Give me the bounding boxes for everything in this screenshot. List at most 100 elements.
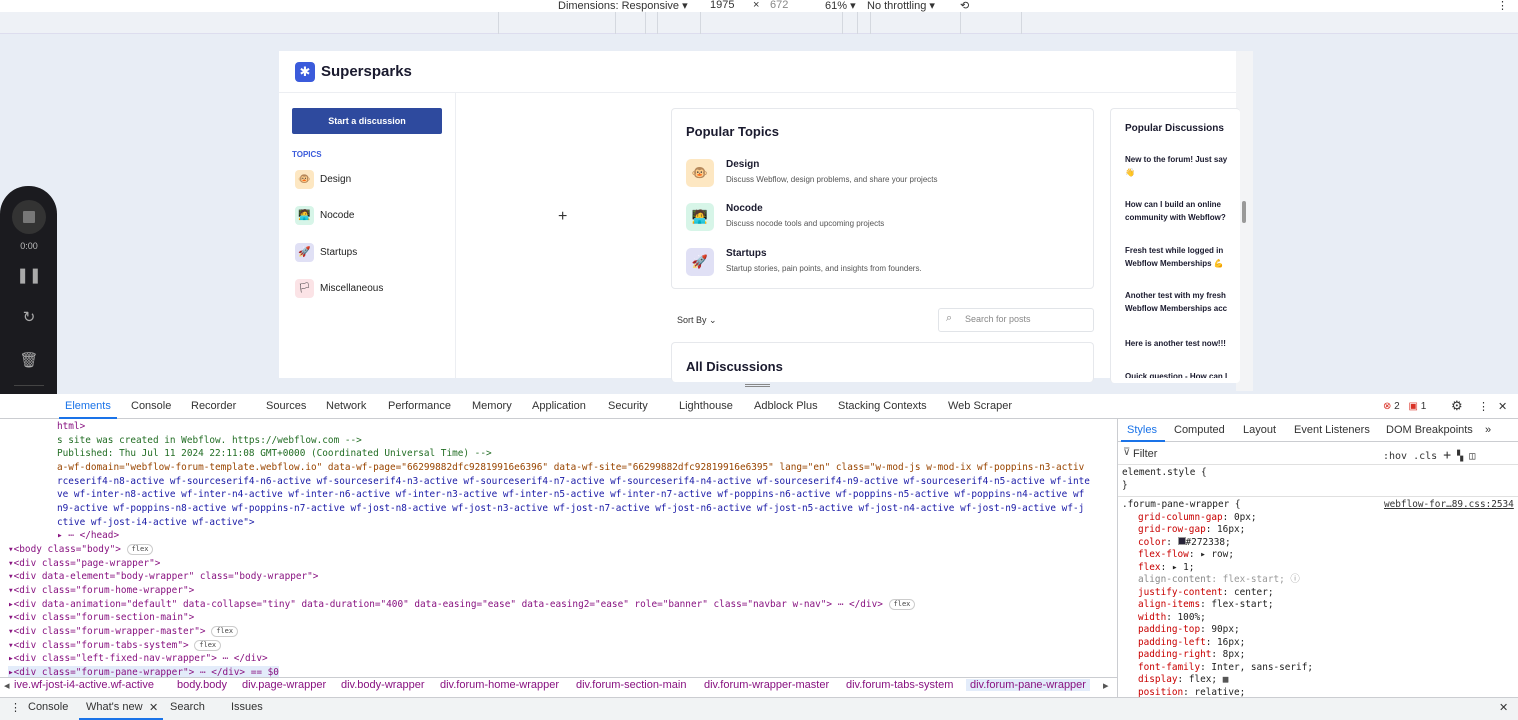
throttling-select[interactable]: No throttling ▾ — [867, 0, 935, 12]
tab-memory[interactable]: Memory — [472, 400, 512, 412]
sort-by-dropdown[interactable]: Sort By ⌄ — [677, 315, 717, 326]
close-devtools-icon[interactable]: ✕ — [1498, 400, 1507, 413]
tab-lighthouse[interactable]: Lighthouse — [679, 400, 733, 412]
dom-line[interactable]: rceserif4-n8-active wf-sourceserif4-n6-a… — [57, 475, 1090, 489]
css-declaration-inactive[interactable]: align-content: flex-start; ⓘ — [1138, 574, 1300, 586]
cls-button[interactable]: .cls — [1413, 451, 1437, 462]
breadcrumb-item[interactable]: div.forum-section-main — [576, 679, 686, 691]
pause-icon[interactable]: ❚❚ — [14, 266, 44, 284]
css-declaration[interactable]: font-family: Inter, sans-serif; — [1138, 662, 1313, 674]
tab-performance[interactable]: Performance — [388, 400, 451, 412]
brand-name[interactable]: Supersparks — [321, 63, 412, 80]
restart-icon[interactable]: ↻ — [14, 308, 44, 326]
close-tab-icon[interactable]: ✕ — [149, 701, 158, 714]
sidebar-topic-nocode[interactable]: 🧑‍💻 Nocode — [295, 206, 445, 226]
width-input[interactable]: 1975 — [710, 0, 734, 11]
dom-line[interactable]: ▾<div data-element="body-wrapper" class=… — [8, 570, 318, 584]
dom-comment[interactable]: Published: Thu Jul 11 2024 22:11:08 GMT+… — [57, 447, 492, 461]
dom-tree[interactable]: html> s site was created in Webflow. htt… — [0, 419, 1117, 677]
breadcrumb-item[interactable]: div.forum-wrapper-master — [704, 679, 829, 691]
sidebar-topic-startups[interactable]: 🚀 Startups — [295, 243, 445, 263]
dom-line[interactable]: ▸<div class="left-fixed-nav-wrapper"> ⋯ … — [8, 652, 268, 666]
dom-line-body[interactable]: ▾<body class="body"> flex — [8, 543, 154, 557]
dom-line[interactable]: ▾<div class="forum-home-wrapper"> — [8, 584, 194, 598]
dom-line-navbar[interactable]: ▸<div data-animation="default" data-coll… — [8, 598, 916, 612]
tab-styles[interactable]: Styles — [1127, 424, 1157, 436]
more-tabs-icon[interactable]: » — [1485, 424, 1491, 436]
settings-gear-icon[interactable]: ⚙ — [1451, 398, 1463, 414]
css-declaration[interactable]: padding-right: 8px; — [1138, 649, 1245, 661]
dom-line-selected[interactable]: ▸<div class="forum-pane-wrapper"> ⋯ </di… — [8, 666, 279, 677]
tab-sources[interactable]: Sources — [266, 400, 306, 412]
dom-line[interactable]: html> — [57, 420, 85, 434]
sidebar-topic-design[interactable]: 🐵 Design — [295, 170, 445, 190]
tab-application[interactable]: Application — [532, 400, 586, 412]
popular-discussion-item[interactable]: How can I build an online community with … — [1125, 198, 1235, 224]
flex-badge[interactable]: flex — [211, 626, 239, 637]
dom-line[interactable]: ctive wf-jost-i4-active wf-active"> — [57, 516, 255, 530]
popular-discussion-item[interactable]: New to the forum! Just say 👋 — [1125, 153, 1235, 179]
breadcrumb-item[interactable]: div.forum-tabs-system — [846, 679, 953, 691]
breadcrumb-item[interactable]: div.body-wrapper — [341, 679, 425, 691]
css-declaration[interactable]: display: flex; ▦ — [1138, 674, 1228, 686]
media-query-bar[interactable] — [0, 12, 1518, 34]
popular-discussion-item[interactable]: Another test with my fresh Webflow Member… — [1125, 289, 1235, 315]
tab-console[interactable]: Console — [131, 400, 171, 412]
dom-line[interactable]: n9-active wf-poppins-n8-active wf-poppin… — [57, 502, 1084, 516]
breadcrumb-item[interactable]: div.page-wrapper — [242, 679, 326, 691]
height-input[interactable]: 672 — [770, 0, 788, 11]
tab-security[interactable]: Security — [608, 400, 648, 412]
dom-line[interactable]: a-wf-domain="webflow-forum-template.webf… — [57, 461, 1084, 475]
drawer-tab-console[interactable]: Console — [28, 701, 68, 713]
sidebar-topic-miscellaneous[interactable]: 🏳 Miscellaneous — [295, 279, 445, 299]
tab-computed[interactable]: Computed — [1174, 424, 1225, 436]
tab-recorder[interactable]: Recorder — [191, 400, 236, 412]
color-swatch-icon[interactable] — [1177, 537, 1186, 545]
trash-icon[interactable]: 🗑 — [14, 351, 44, 369]
css-declaration[interactable]: grid-row-gap: 16px; — [1138, 524, 1245, 536]
breadcrumb-scroll-right-icon[interactable]: ▸ — [1103, 679, 1109, 692]
css-declaration[interactable]: padding-left: 16px; — [1138, 637, 1245, 649]
popular-discussion-item[interactable]: Fresh test while logged in Webflow Member… — [1125, 244, 1235, 270]
zoom-select[interactable]: 61% ▾ — [825, 0, 856, 12]
tab-network[interactable]: Network — [326, 400, 366, 412]
add-rule-icon[interactable]: + — [1443, 448, 1451, 463]
flex-badge[interactable]: flex — [194, 640, 222, 651]
dom-line[interactable]: ve wf-inter-n8-active wf-inter-n4-active… — [57, 488, 1084, 502]
dom-line[interactable]: ▾<div class="page-wrapper"> — [8, 557, 160, 571]
flex-badge[interactable]: flex — [888, 599, 916, 610]
popular-topic-design[interactable]: 🐵 Design Discuss Webflow, design problem… — [686, 159, 1086, 189]
rule-source-link[interactable]: webflow-for…89.css:2534 — [1384, 499, 1514, 511]
css-declaration[interactable]: flex: ▸ 1; — [1138, 562, 1194, 574]
breadcrumb-scroll-left-icon[interactable]: ◂ — [4, 679, 10, 692]
styles-rules[interactable]: element.style { } .forum-pane-wrapper { … — [1118, 466, 1518, 699]
popular-topic-startups[interactable]: 🚀 Startups Startup stories, pain points,… — [686, 248, 1086, 278]
tab-layout[interactable]: Layout — [1243, 424, 1276, 436]
more-options-icon[interactable]: ⋮ — [1497, 0, 1508, 12]
tab-web-scraper[interactable]: Web Scraper — [948, 400, 1012, 412]
drawer-tab-issues[interactable]: Issues — [231, 701, 263, 713]
more-options-icon[interactable]: ⋮ — [1478, 400, 1489, 413]
css-declaration[interactable]: align-items: flex-start; — [1138, 599, 1273, 611]
tab-event-listeners[interactable]: Event Listeners — [1294, 424, 1370, 436]
tab-stacking-contexts[interactable]: Stacking Contexts — [838, 400, 927, 412]
popular-discussion-item[interactable]: Here is another test now!!! — [1125, 337, 1235, 350]
breadcrumb-item[interactable]: ive.wf-jost-i4-active.wf-active — [14, 679, 154, 691]
tab-adblock-plus[interactable]: Adblock Plus — [754, 400, 818, 412]
css-declaration[interactable]: justify-content: center; — [1138, 587, 1273, 599]
dom-line[interactable]: ▾<div class="forum-section-main"> — [8, 611, 194, 625]
rule-selector[interactable]: .forum-pane-wrapper { — [1122, 499, 1241, 511]
flex-editor-icon[interactable]: ▦ — [1223, 674, 1229, 685]
breadcrumb-item[interactable]: body.body — [177, 679, 227, 691]
dimensions-select[interactable]: Dimensions: Responsive ▾ — [558, 0, 688, 12]
tab-dom-breakpoints[interactable]: DOM Breakpoints — [1386, 424, 1473, 436]
stop-recording-button[interactable] — [12, 200, 46, 234]
rotate-icon[interactable]: ⟲ — [960, 0, 969, 12]
element-style-selector[interactable]: element.style { — [1122, 467, 1207, 479]
dom-comment[interactable]: s site was created in Webflow. https://w… — [57, 434, 362, 448]
styles-filter-input[interactable]: Filter — [1133, 448, 1157, 460]
css-declaration[interactable]: width: 100%; — [1138, 612, 1206, 624]
drawer-menu-icon[interactable]: ⋮ — [10, 701, 21, 714]
info-icon[interactable]: ⓘ — [1290, 574, 1299, 585]
devtools-resize-handle[interactable] — [745, 384, 770, 387]
